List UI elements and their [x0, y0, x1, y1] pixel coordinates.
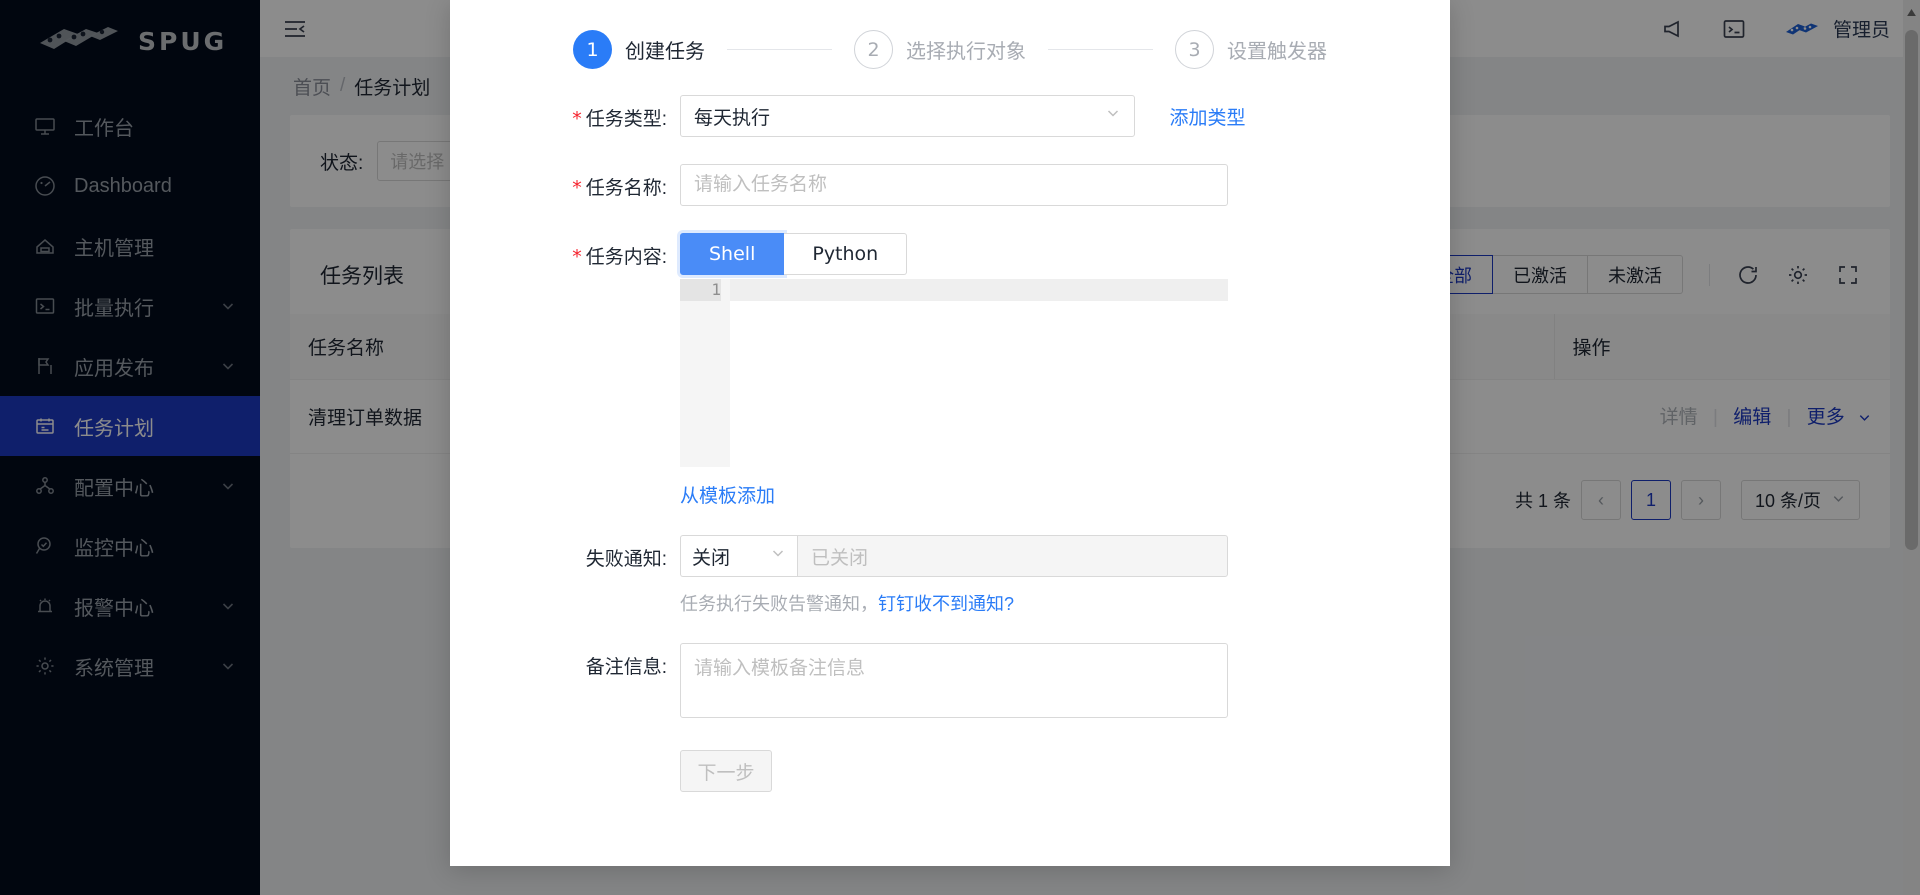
code-editor[interactable]: 1	[680, 279, 1228, 467]
step-3-number: 3	[1175, 30, 1214, 69]
task-content-type-group: Shell Python	[680, 233, 908, 275]
step-connector	[727, 49, 832, 50]
field-fail-notify: 失败通知: 关闭 已关闭 任务执行失败告警通知，钉钉收不到通知?	[450, 535, 1450, 616]
step-connector	[1048, 49, 1153, 50]
fail-notify-select[interactable]: 关闭	[680, 535, 797, 577]
required-marker: *	[572, 108, 582, 130]
remark-textarea[interactable]	[680, 643, 1228, 718]
field-remark: 备注信息:	[450, 643, 1450, 723]
chevron-down-icon	[1105, 105, 1121, 127]
task-name-label-text: 任务名称:	[585, 178, 667, 199]
remark-label: 备注信息:	[585, 657, 667, 678]
step-2-label: 选择执行对象	[906, 41, 1026, 63]
submit-spacer	[450, 750, 680, 759]
editor-gutter: 1	[680, 279, 730, 467]
task-type-label-text: 任务类型:	[585, 109, 667, 130]
field-task-type: * 任务类型: 每天执行 添加类型	[450, 95, 1450, 137]
content-type-python[interactable]: Python	[784, 233, 908, 275]
add-from-template-link[interactable]: 从模板添加	[680, 481, 775, 508]
dingtalk-help-link[interactable]: 钉钉收不到通知?	[878, 594, 1014, 614]
required-marker: *	[572, 246, 582, 268]
fail-notify-control: 关闭 已关闭 任务执行失败告警通知，钉钉收不到通知?	[680, 535, 1450, 616]
step-3-label: 设置触发器	[1227, 41, 1327, 63]
step-1-number: 1	[573, 30, 612, 69]
editor-active-line	[730, 279, 1228, 301]
submit-control: 下一步	[680, 750, 1450, 792]
editor-line-number: 1	[680, 279, 721, 301]
chevron-down-icon	[770, 545, 786, 567]
task-name-control	[680, 164, 1450, 206]
field-submit: 下一步	[450, 750, 1450, 792]
editor-text-area[interactable]	[730, 279, 1228, 467]
next-step-button[interactable]: 下一步	[680, 750, 772, 792]
fail-notify-label: 失败通知:	[585, 549, 667, 570]
required-marker: *	[572, 177, 582, 199]
fail-notify-hint: 任务执行失败告警通知，钉钉收不到通知?	[680, 590, 1450, 616]
task-name-label: * 任务名称:	[450, 164, 680, 200]
create-task-modal: 1 创建任务 2 选择执行对象 3 设置触发器 * 任务类型: 每天执行 添加类…	[450, 0, 1450, 866]
content-type-shell[interactable]: Shell	[680, 233, 785, 275]
task-content-label-text: 任务内容:	[585, 247, 667, 268]
fail-notify-input: 已关闭	[797, 535, 1228, 577]
field-task-name: * 任务名称:	[450, 164, 1450, 206]
step-2-number: 2	[854, 30, 893, 69]
fail-notify-value: 关闭	[692, 547, 731, 569]
step-3-set-trigger[interactable]: 3 设置触发器	[1175, 30, 1327, 69]
step-indicator: 1 创建任务 2 选择执行对象 3 设置触发器	[450, 0, 1450, 95]
task-type-value: 每天执行	[694, 107, 771, 129]
fail-notify-hint-text: 任务执行失败告警通知，	[680, 594, 878, 614]
fail-notify-placeholder: 已关闭	[811, 547, 869, 569]
task-name-input[interactable]	[680, 164, 1228, 206]
field-task-content: * 任务内容: Shell Python 1 从模板添加	[450, 233, 1450, 508]
fail-notify-row: 关闭 已关闭	[680, 535, 1450, 577]
task-type-select[interactable]: 每天执行	[680, 95, 1135, 137]
task-type-control: 每天执行 添加类型	[680, 95, 1450, 137]
create-task-form: * 任务类型: 每天执行 添加类型 * 任务名称: 请输入任务名称 * 任务内容…	[450, 95, 1450, 792]
task-type-label: * 任务类型:	[450, 95, 680, 131]
step-1-create-task[interactable]: 1 创建任务	[573, 30, 705, 69]
task-content-label: * 任务内容:	[450, 233, 680, 269]
remark-control	[680, 643, 1450, 723]
step-2-select-targets[interactable]: 2 选择执行对象	[854, 30, 1026, 69]
task-content-control: Shell Python 1 从模板添加	[680, 233, 1450, 508]
step-1-label: 创建任务	[625, 41, 705, 63]
add-task-type-link[interactable]: 添加类型	[1169, 108, 1245, 129]
